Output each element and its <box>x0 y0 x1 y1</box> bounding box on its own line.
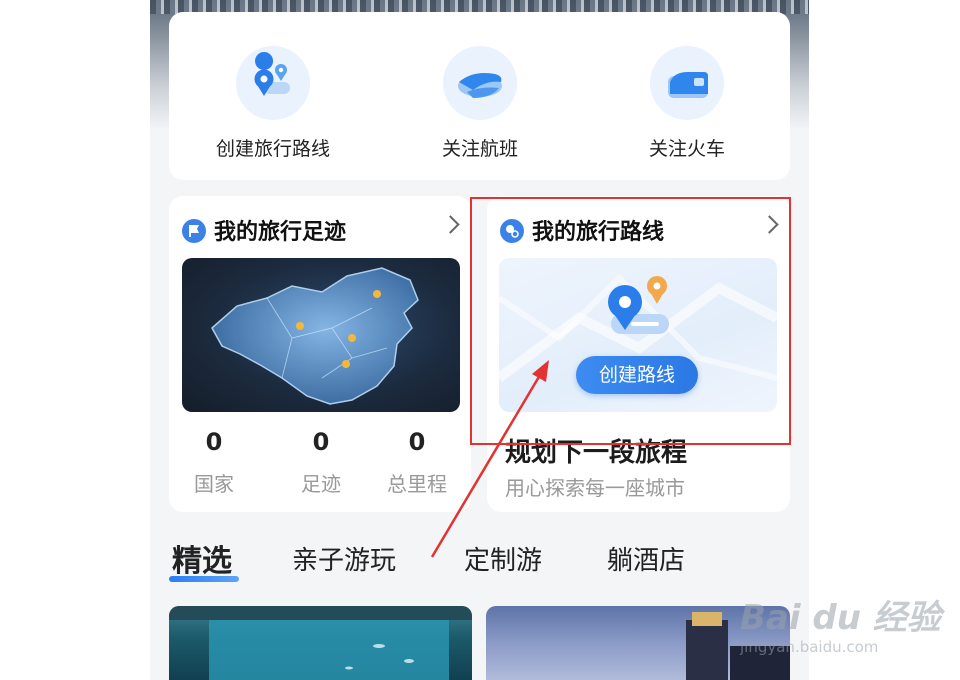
stat-label: 总里程 <box>387 472 447 496</box>
watermark-logo: Bai du 经验 <box>740 598 941 638</box>
quick-action-create-route[interactable]: 创建旅行路线 <box>183 46 363 161</box>
red-highlight-box <box>470 197 791 445</box>
quick-action-follow-flight[interactable]: 关注航班 <box>390 46 570 161</box>
china-map-image <box>182 258 460 412</box>
stat-total-mileage: 0 总里程 <box>367 428 467 497</box>
tab-featured[interactable]: 精选 <box>172 536 232 580</box>
active-tab-indicator <box>169 576 239 582</box>
footprint-title: 我的旅行足迹 <box>214 220 347 245</box>
stat-value: 0 <box>408 428 426 456</box>
stat-footprints: 0 足迹 <box>271 428 371 497</box>
tab-custom-tour[interactable]: 定制游 <box>464 540 542 577</box>
travel-footprint-card[interactable]: 我的旅行足迹 0 国家 0 足迹 0 总里程 <box>169 196 471 512</box>
tab-hotel-stay[interactable]: 躺酒店 <box>607 540 685 577</box>
category-tabs: 精选 亲子游玩 定制游 躺酒店 <box>150 530 809 592</box>
watermark-url: jingyan.baidu.com <box>740 638 879 656</box>
quick-actions-card: 创建旅行路线 关注航班 关注火车 <box>169 12 790 180</box>
stat-value: 0 <box>312 428 330 456</box>
quick-action-label: 创建旅行路线 <box>215 138 330 160</box>
route-pin-icon <box>236 46 310 120</box>
baidu-jingyan-watermark: Bai du 经验 jingyan.baidu.com <box>732 578 941 658</box>
flag-icon <box>182 219 206 243</box>
tab-family[interactable]: 亲子游玩 <box>292 540 396 577</box>
content-card-aquarium[interactable] <box>169 606 472 680</box>
chevron-right-icon[interactable] <box>441 215 460 234</box>
stat-label: 足迹 <box>301 472 341 496</box>
quick-action-label: 关注火车 <box>648 138 725 160</box>
route-subtitle: 用心探索每一座城市 <box>505 476 685 500</box>
stat-countries: 0 国家 <box>164 428 264 497</box>
stat-label: 国家 <box>194 472 234 496</box>
airplane-icon <box>443 46 517 120</box>
card-title: 我的旅行足迹 <box>182 214 346 246</box>
quick-action-follow-train[interactable]: 关注火车 <box>597 46 777 161</box>
stat-value: 0 <box>205 428 223 456</box>
quick-action-label: 关注航班 <box>441 138 518 160</box>
train-icon <box>650 46 724 120</box>
